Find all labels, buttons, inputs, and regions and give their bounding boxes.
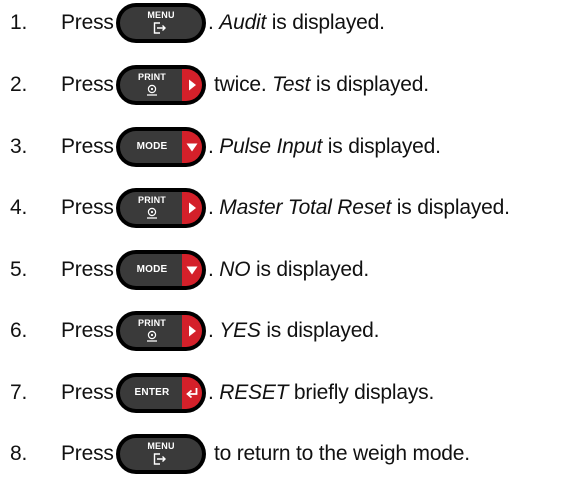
press-word: Press	[61, 11, 114, 34]
procedure-steps: 1. Press MENU . Audit is displayed. 2. P…	[0, 0, 574, 482]
print-key-label: PRINT	[138, 195, 166, 205]
step-4: 4. Press PRINT . Master Total Reset is d…	[10, 188, 510, 228]
down-arrow-icon	[186, 266, 198, 275]
print-target-icon	[147, 84, 157, 96]
step-number: 7.	[10, 381, 28, 404]
print-key-label: PRINT	[138, 72, 166, 82]
print-key: PRINT	[116, 311, 206, 351]
step-number: 8.	[10, 442, 28, 465]
step-text: . Master Total Reset is displayed.	[208, 196, 510, 219]
print-key: PRINT	[116, 188, 206, 228]
step-6: 6. Press PRINT . YES is displayed.	[10, 311, 380, 351]
step-1: 1. Press MENU . Audit is displayed.	[10, 3, 385, 43]
step-number: 2.	[10, 73, 28, 96]
print-key-label: PRINT	[138, 318, 166, 328]
press-word: Press	[61, 442, 114, 465]
press-word: Press	[61, 73, 114, 96]
enter-key: ENTER	[116, 373, 206, 413]
step-text: . NO is displayed.	[208, 258, 369, 281]
press-word: Press	[61, 258, 114, 281]
step-7: 7. Press ENTER . RESET briefly displays.	[10, 373, 434, 413]
step-number: 4.	[10, 196, 28, 219]
step-2: 2. Press PRINT twice. Test is displayed.	[10, 65, 429, 105]
print-target-icon	[147, 207, 157, 219]
press-word: Press	[61, 135, 114, 158]
right-arrow-icon	[189, 79, 196, 91]
step-text: twice. Test is displayed.	[214, 73, 429, 96]
right-arrow-icon	[189, 202, 196, 214]
menu-key-label: MENU	[147, 10, 175, 20]
mode-key: MODE	[116, 250, 206, 290]
mode-key-label: MODE	[136, 264, 168, 275]
step-number: 1.	[10, 11, 28, 34]
press-word: Press	[61, 319, 114, 342]
step-number: 6.	[10, 319, 28, 342]
menu-key: MENU	[116, 434, 206, 474]
menu-key: MENU	[116, 3, 206, 43]
down-arrow-icon	[186, 143, 198, 152]
step-text: . RESET briefly displays.	[208, 381, 435, 404]
step-text: . Pulse Input is displayed.	[208, 135, 441, 158]
step-text: to return to the weigh mode.	[214, 442, 470, 465]
enter-arrow-icon	[186, 388, 198, 399]
step-8: 8. Press MENU to return to the weigh mod…	[10, 434, 470, 474]
step-text: . YES is displayed.	[208, 319, 380, 342]
step-text: . Audit is displayed.	[208, 11, 385, 34]
step-number: 3.	[10, 135, 28, 158]
print-key: PRINT	[116, 65, 206, 105]
print-target-icon	[147, 330, 157, 342]
exit-arrow-icon	[153, 453, 166, 465]
exit-arrow-icon	[153, 22, 166, 34]
step-3: 3. Press MODE . Pulse Input is displayed…	[10, 127, 441, 167]
mode-key: MODE	[116, 127, 206, 167]
mode-key-label: MODE	[136, 141, 168, 152]
right-arrow-icon	[189, 325, 196, 337]
enter-key-label: ENTER	[134, 387, 170, 398]
press-word: Press	[61, 196, 114, 219]
step-5: 5. Press MODE . NO is displayed.	[10, 250, 369, 290]
menu-key-label: MENU	[147, 441, 175, 451]
press-word: Press	[61, 381, 114, 404]
step-number: 5.	[10, 258, 28, 281]
